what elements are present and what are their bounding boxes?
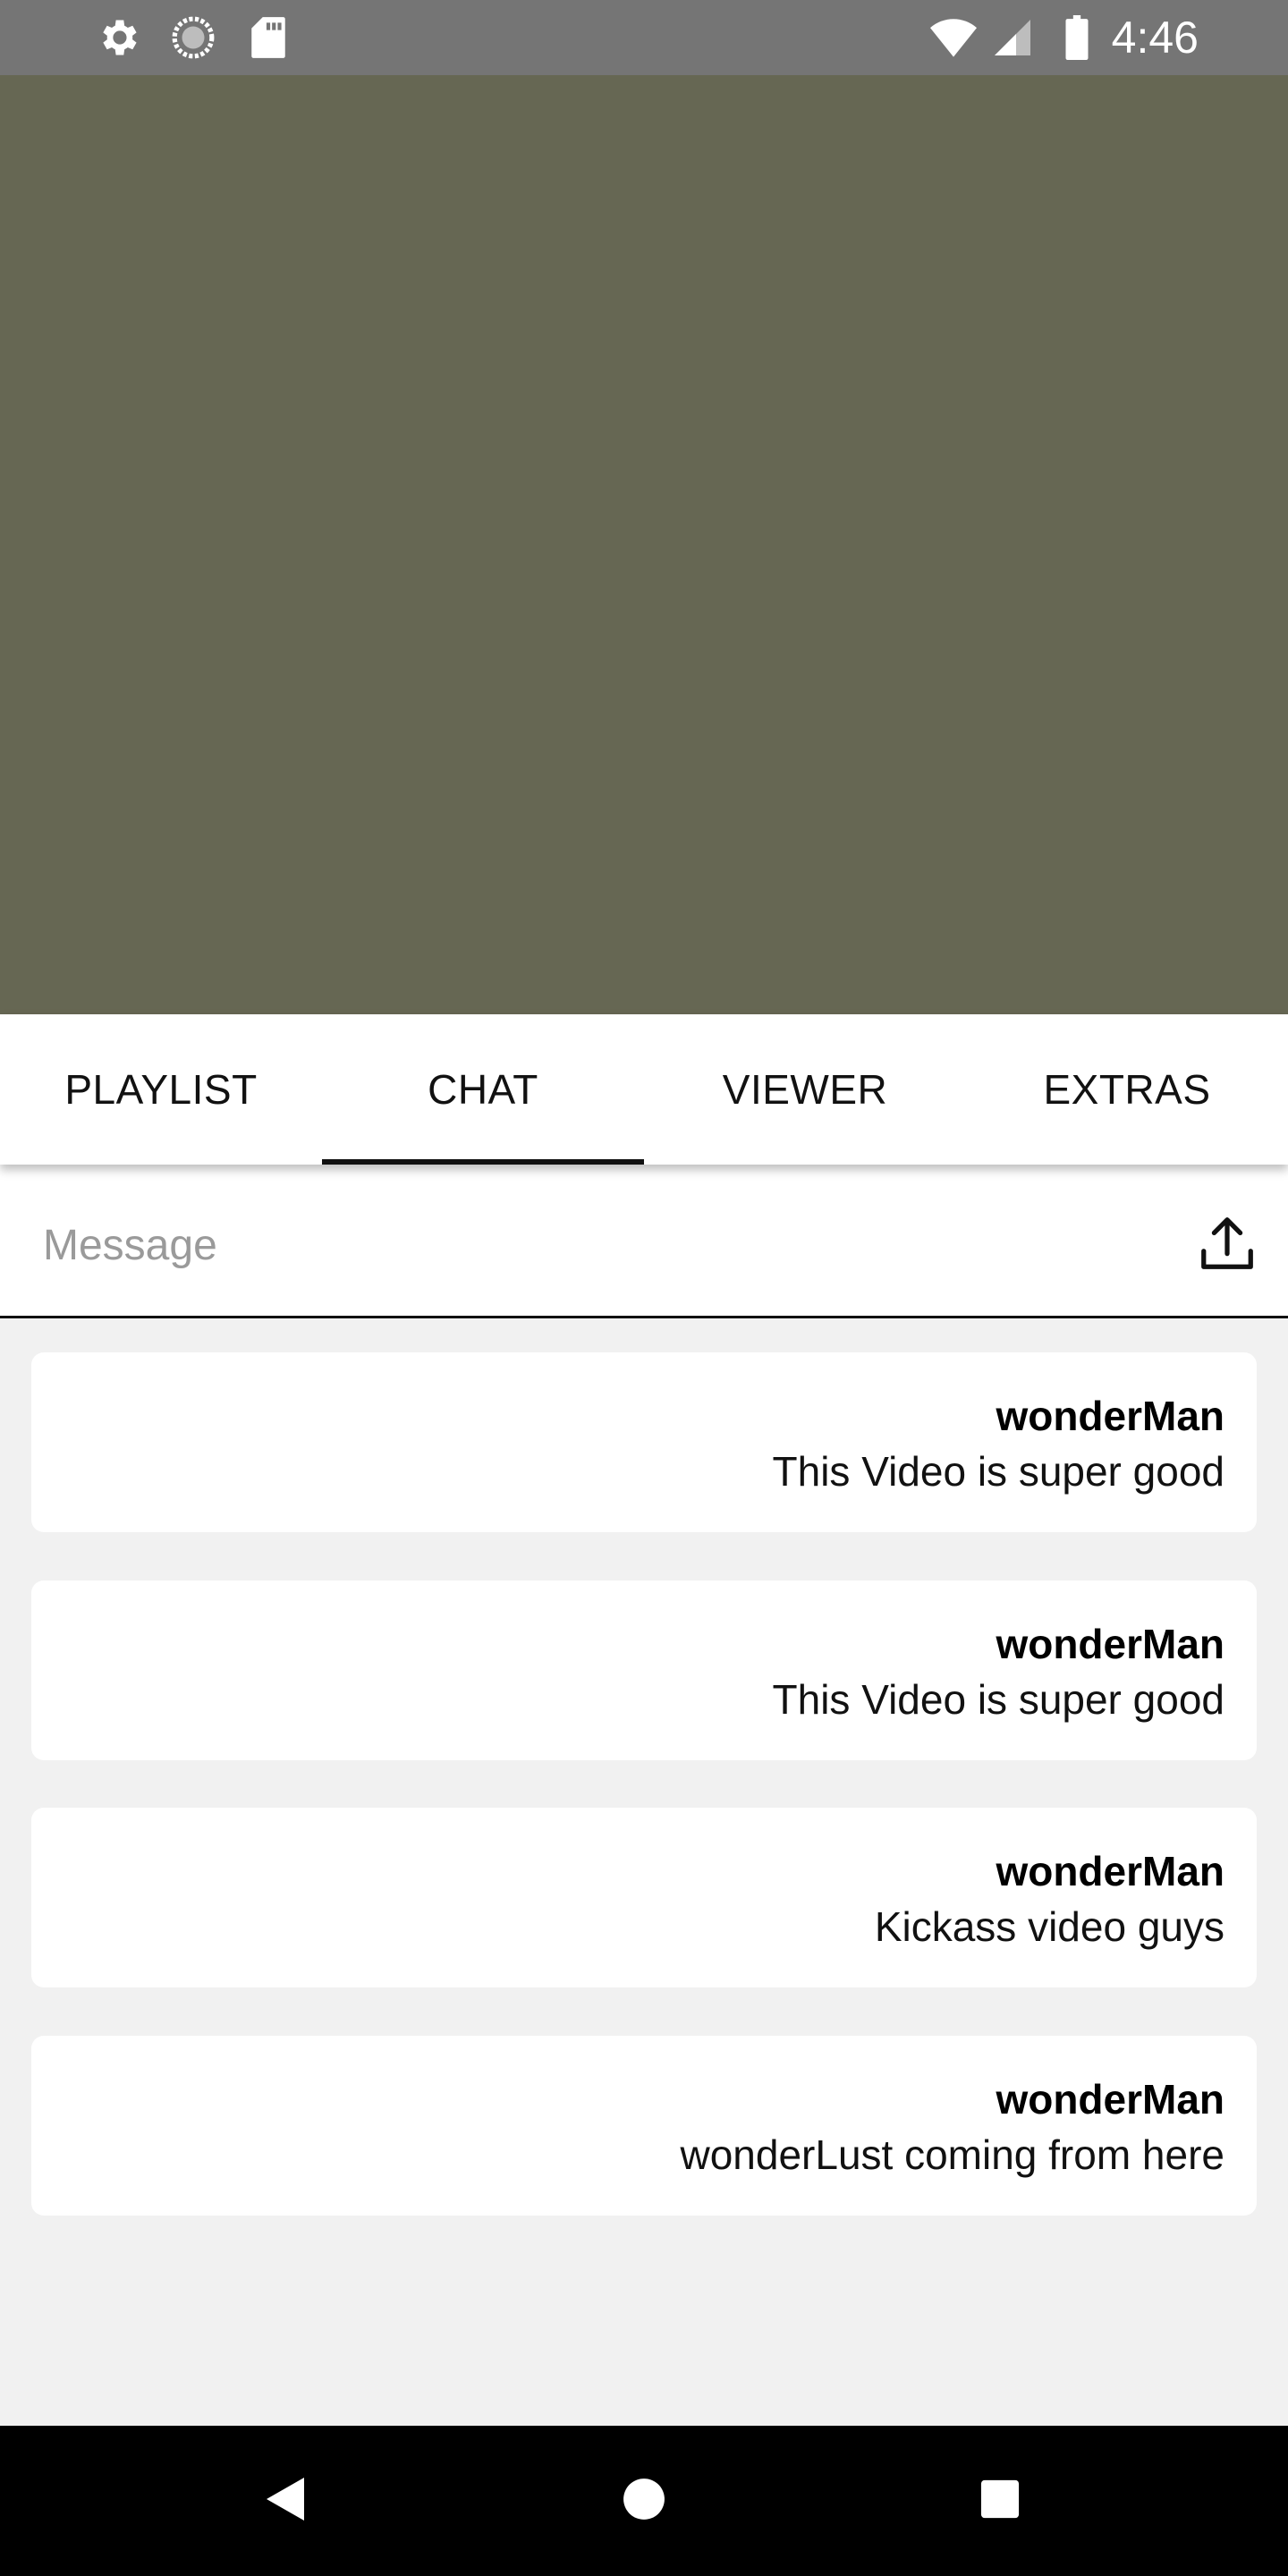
message-bar — [0, 1165, 1288, 1318]
signal-icon — [989, 14, 1036, 61]
chat-message: wonderMan This Video is super good — [31, 1352, 1257, 1532]
wifi-icon — [930, 14, 977, 61]
sd-card-icon — [245, 14, 292, 61]
recents-button[interactable] — [964, 2465, 1036, 2537]
chat-text: wonderLust coming from here — [680, 2131, 1224, 2178]
message-input[interactable] — [41, 1209, 1132, 1281]
back-button[interactable] — [250, 2465, 322, 2537]
status-bar: 4:46 — [0, 0, 1288, 75]
chat-message: wonderMan This Video is super good — [31, 1580, 1257, 1760]
chat-text: Kickass video guys — [874, 1903, 1224, 1950]
chat-username: wonderMan — [996, 1621, 1224, 1667]
navigation-bar — [0, 2426, 1288, 2576]
gear-icon — [95, 14, 141, 61]
upload-icon — [1196, 1212, 1258, 1279]
chat-username: wonderMan — [996, 2076, 1224, 2123]
chat-username: wonderMan — [996, 1848, 1224, 1894]
tab-playlist[interactable]: PLAYLIST — [0, 1014, 322, 1165]
home-icon — [622, 2477, 666, 2526]
chat-username: wonderMan — [996, 1393, 1224, 1439]
chat-list[interactable]: wonderMan This Video is super good wonde… — [0, 1319, 1288, 2426]
chat-message: wonderMan Kickass video guys — [31, 1808, 1257, 1987]
video-player[interactable] — [0, 75, 1288, 1014]
tab-bar: PLAYLIST CHAT VIEWER EXTRAS — [0, 1014, 1288, 1165]
upload-button[interactable] — [1193, 1211, 1261, 1279]
chat-text: This Video is super good — [772, 1448, 1224, 1495]
tab-viewer[interactable]: VIEWER — [644, 1014, 966, 1165]
recents-icon — [979, 2479, 1021, 2524]
chat-text: This Video is super good — [772, 1676, 1224, 1723]
tab-extras[interactable]: EXTRAS — [966, 1014, 1288, 1165]
home-button[interactable] — [608, 2465, 680, 2537]
tab-chat[interactable]: CHAT — [322, 1014, 644, 1165]
battery-icon — [1054, 14, 1100, 61]
clock: 4:46 — [1111, 13, 1199, 63]
sync-icon — [170, 14, 216, 61]
back-icon — [265, 2476, 308, 2527]
chat-message: wonderMan wonderLust coming from here — [31, 2036, 1257, 2216]
